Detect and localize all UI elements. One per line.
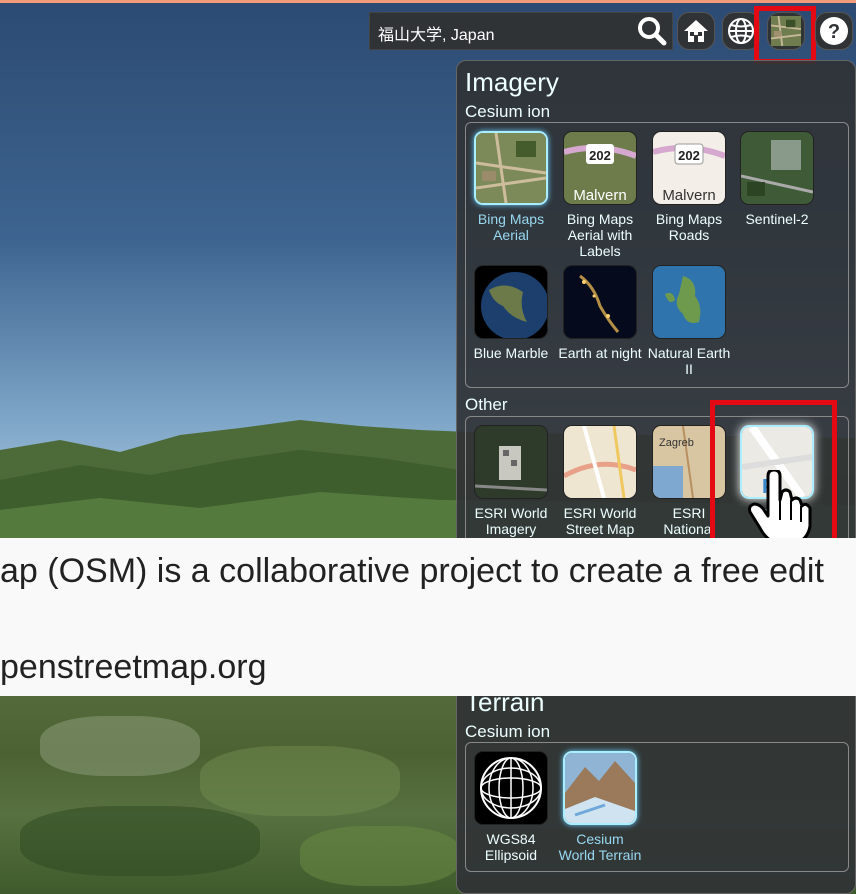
other-label: Other bbox=[465, 395, 508, 414]
layer-item-bing-aerial-labels[interactable]: 202 Malvern Bing Maps Aerial with Labels bbox=[557, 131, 643, 259]
svg-text:202: 202 bbox=[678, 148, 700, 163]
terrain-label: WGS84 Ellipsoid bbox=[484, 831, 538, 863]
layer-item-natural-earth-ii[interactable]: Natural Earth II bbox=[646, 265, 732, 377]
blue-marble-thumbnail bbox=[474, 265, 548, 339]
terrain-item-wgs84[interactable]: WGS84 Ellipsoid bbox=[468, 751, 554, 863]
layer-label: Bing Maps Aerial with Labels bbox=[566, 211, 634, 259]
svg-text:Malvern: Malvern bbox=[662, 187, 715, 204]
esri-world-imagery-thumbnail bbox=[474, 425, 548, 499]
search-icon bbox=[638, 17, 667, 46]
svg-text:?: ? bbox=[828, 21, 840, 43]
layer-item-esri-world-imagery[interactable]: ESRI World Imagery bbox=[468, 425, 554, 537]
layer-label: Natural Earth II bbox=[647, 345, 731, 377]
help-icon: ? bbox=[820, 17, 848, 45]
layer-description-tooltip: ap (OSM) is a collaborative project to c… bbox=[0, 538, 856, 696]
layer-item-bing-roads[interactable]: 202 Malvern Bing Maps Roads bbox=[646, 131, 732, 243]
search-button[interactable] bbox=[634, 14, 670, 48]
search-input[interactable] bbox=[376, 21, 630, 45]
svg-text:Malvern: Malvern bbox=[573, 187, 626, 204]
layer-label: ESRI World Street Map bbox=[563, 505, 637, 537]
earth-at-night-thumbnail bbox=[563, 265, 637, 339]
svg-text:Zagreb: Zagreb bbox=[659, 437, 694, 449]
layer-label: Bing Maps Aerial bbox=[477, 211, 545, 243]
terrain-label: Cesium World Terrain bbox=[558, 831, 642, 863]
layer-item-earth-at-night[interactable]: Earth at night bbox=[557, 265, 643, 361]
layer-label: Bing Maps Roads bbox=[655, 211, 723, 243]
home-button[interactable] bbox=[677, 12, 715, 50]
terrain-ion-group: WGS84 Ellipsoid Cesium World Terrain bbox=[465, 742, 849, 872]
geocoder-search[interactable] bbox=[369, 12, 673, 50]
globe-icon bbox=[728, 18, 754, 44]
layer-item-blue-marble[interactable]: Blue Marble bbox=[468, 265, 554, 361]
layer-label: Earth at night bbox=[558, 345, 642, 361]
terrain-item-cesium-world-terrain[interactable]: Cesium World Terrain bbox=[557, 751, 643, 863]
tooltip-url: penstreetmap.org bbox=[0, 648, 267, 686]
bing-roads-thumbnail: 202 Malvern bbox=[652, 131, 726, 205]
top-accent-line bbox=[0, 0, 856, 3]
bing-aerial-labels-thumbnail: 202 Malvern bbox=[563, 131, 637, 205]
layer-label: Sentinel-2 bbox=[745, 211, 809, 227]
layer-item-esri-world-street-map[interactable]: ESRI World Street Map bbox=[557, 425, 643, 537]
cesium-world-terrain-thumbnail bbox=[563, 751, 637, 825]
layer-label: ESRI World Imagery bbox=[474, 505, 548, 537]
terrain-cesium-ion-label: Cesium ion bbox=[465, 722, 551, 741]
tooltip-description: ap (OSM) is a collaborative project to c… bbox=[0, 552, 824, 590]
help-button[interactable]: ? bbox=[815, 12, 853, 50]
natural-earth-thumbnail bbox=[652, 265, 726, 339]
wgs84-thumbnail bbox=[474, 751, 548, 825]
imagery-ion-group: Bing Maps Aerial 202 Malvern Bing Maps Ae… bbox=[465, 122, 849, 388]
home-icon bbox=[684, 20, 708, 42]
esri-street-map-thumbnail bbox=[563, 425, 637, 499]
layer-item-bing-aerial[interactable]: Bing Maps Aerial bbox=[468, 131, 554, 243]
highlight-box-layer-picker bbox=[754, 6, 816, 64]
bing-aerial-thumbnail bbox=[474, 131, 548, 205]
svg-text:202: 202 bbox=[589, 148, 611, 163]
layer-label: Blue Marble bbox=[473, 345, 549, 361]
sentinel-2-thumbnail bbox=[740, 131, 814, 205]
imagery-title: Imagery bbox=[465, 67, 559, 97]
imagery-cesium-ion-label: Cesium ion bbox=[465, 102, 551, 121]
layer-item-sentinel-2[interactable]: Sentinel-2 bbox=[734, 131, 820, 227]
hand-cursor-icon bbox=[748, 470, 812, 546]
